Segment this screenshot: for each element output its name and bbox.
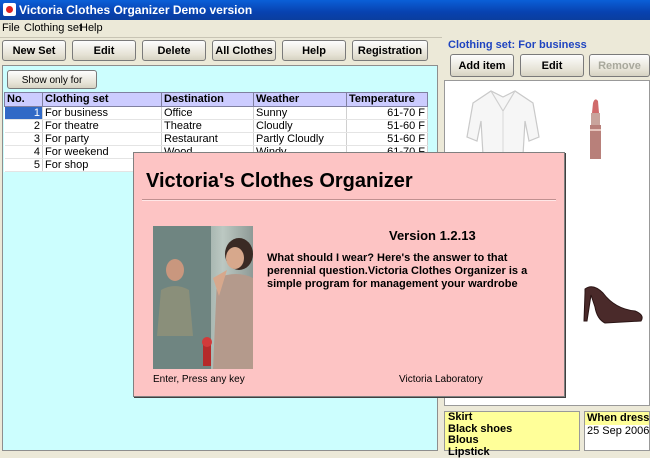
- row-no: 5: [5, 159, 43, 172]
- about-description: What should I wear? Here's the answer to…: [267, 252, 537, 291]
- blouse-image[interactable]: [467, 91, 539, 155]
- about-divider: [142, 199, 556, 201]
- remove-item-button[interactable]: Remove: [589, 54, 650, 77]
- menu-bar: File Clothing set Help: [0, 20, 650, 38]
- help-button[interactable]: Help: [282, 40, 346, 61]
- title-bar: Victoria Clothes Organizer Demo version: [0, 0, 650, 20]
- row-temperature: 51-60 F: [347, 133, 428, 146]
- row-set: For party: [43, 133, 162, 146]
- row-weather: Partly Cloudly: [254, 133, 347, 146]
- table-row[interactable]: 2 For theatre Theatre Cloudly 51-60 F: [5, 120, 428, 133]
- row-no: 1: [5, 107, 43, 120]
- all-clothes-button[interactable]: All Clothes: [212, 40, 276, 61]
- row-weather: Sunny: [254, 107, 347, 120]
- app-icon: [3, 3, 16, 16]
- about-dialog[interactable]: Victoria's Clothes Organizer Version 1.2…: [133, 152, 565, 397]
- row-set: For business: [43, 107, 162, 120]
- list-item[interactable]: Skirt: [445, 412, 579, 424]
- row-destination: Restaurant: [162, 133, 254, 146]
- row-temperature: 51-60 F: [347, 120, 428, 133]
- when-dressed-box: When dressed 25 Sep 2006: [584, 411, 650, 451]
- black-shoes-image[interactable]: [584, 287, 642, 323]
- when-dressed-header: When dressed: [585, 412, 649, 425]
- row-temperature: 61-70 F: [347, 107, 428, 120]
- col-weather[interactable]: Weather: [254, 93, 347, 107]
- col-destination[interactable]: Destination: [162, 93, 254, 107]
- col-temperature[interactable]: Temperature: [347, 93, 428, 107]
- list-item[interactable]: Lipstick: [445, 447, 579, 458]
- about-company: Victoria Laboratory: [399, 374, 483, 385]
- row-weather: Cloudly: [254, 120, 347, 133]
- row-set: For theatre: [43, 120, 162, 133]
- when-dressed-value[interactable]: 25 Sep 2006: [585, 425, 649, 438]
- woman-mirror-illustration: [153, 226, 253, 369]
- item-list: Skirt Black shoes Blous Lipstick: [444, 411, 580, 451]
- lipstick-image[interactable]: [590, 99, 601, 159]
- row-no: 3: [5, 133, 43, 146]
- list-item[interactable]: Blous: [445, 435, 579, 447]
- menu-clothing-set[interactable]: Clothing set: [24, 22, 82, 34]
- registration-button[interactable]: Registration: [352, 40, 428, 61]
- about-hint: Enter, Press any key: [153, 374, 245, 385]
- new-set-button[interactable]: New Set: [2, 40, 66, 61]
- table-row[interactable]: 3 For party Restaurant Partly Cloudly 51…: [5, 133, 428, 146]
- table-header-row: No. Clothing set Destination Weather Tem…: [5, 93, 428, 107]
- add-item-button[interactable]: Add item: [450, 54, 514, 77]
- row-no: 4: [5, 146, 43, 159]
- edit-set-button[interactable]: Edit: [72, 40, 136, 61]
- col-clothing-set[interactable]: Clothing set: [43, 93, 162, 107]
- menu-help[interactable]: Help: [80, 22, 103, 34]
- delete-set-button[interactable]: Delete: [142, 40, 206, 61]
- set-title: Clothing set: For business: [448, 39, 587, 51]
- table-row[interactable]: 1 For business Office Sunny 61-70 F: [5, 107, 428, 120]
- row-destination: Theatre: [162, 120, 254, 133]
- show-only-for-button[interactable]: Show only for: [7, 70, 97, 89]
- edit-item-button[interactable]: Edit: [520, 54, 584, 77]
- col-no[interactable]: No.: [5, 93, 43, 107]
- about-app-name: Victoria's Clothes Organizer: [146, 170, 413, 193]
- about-photo: [153, 226, 253, 369]
- row-destination: Office: [162, 107, 254, 120]
- window-title: Victoria Clothes Organizer Demo version: [19, 3, 252, 17]
- menu-file[interactable]: File: [2, 22, 20, 34]
- row-no: 2: [5, 120, 43, 133]
- about-version: Version 1.2.13: [389, 228, 476, 243]
